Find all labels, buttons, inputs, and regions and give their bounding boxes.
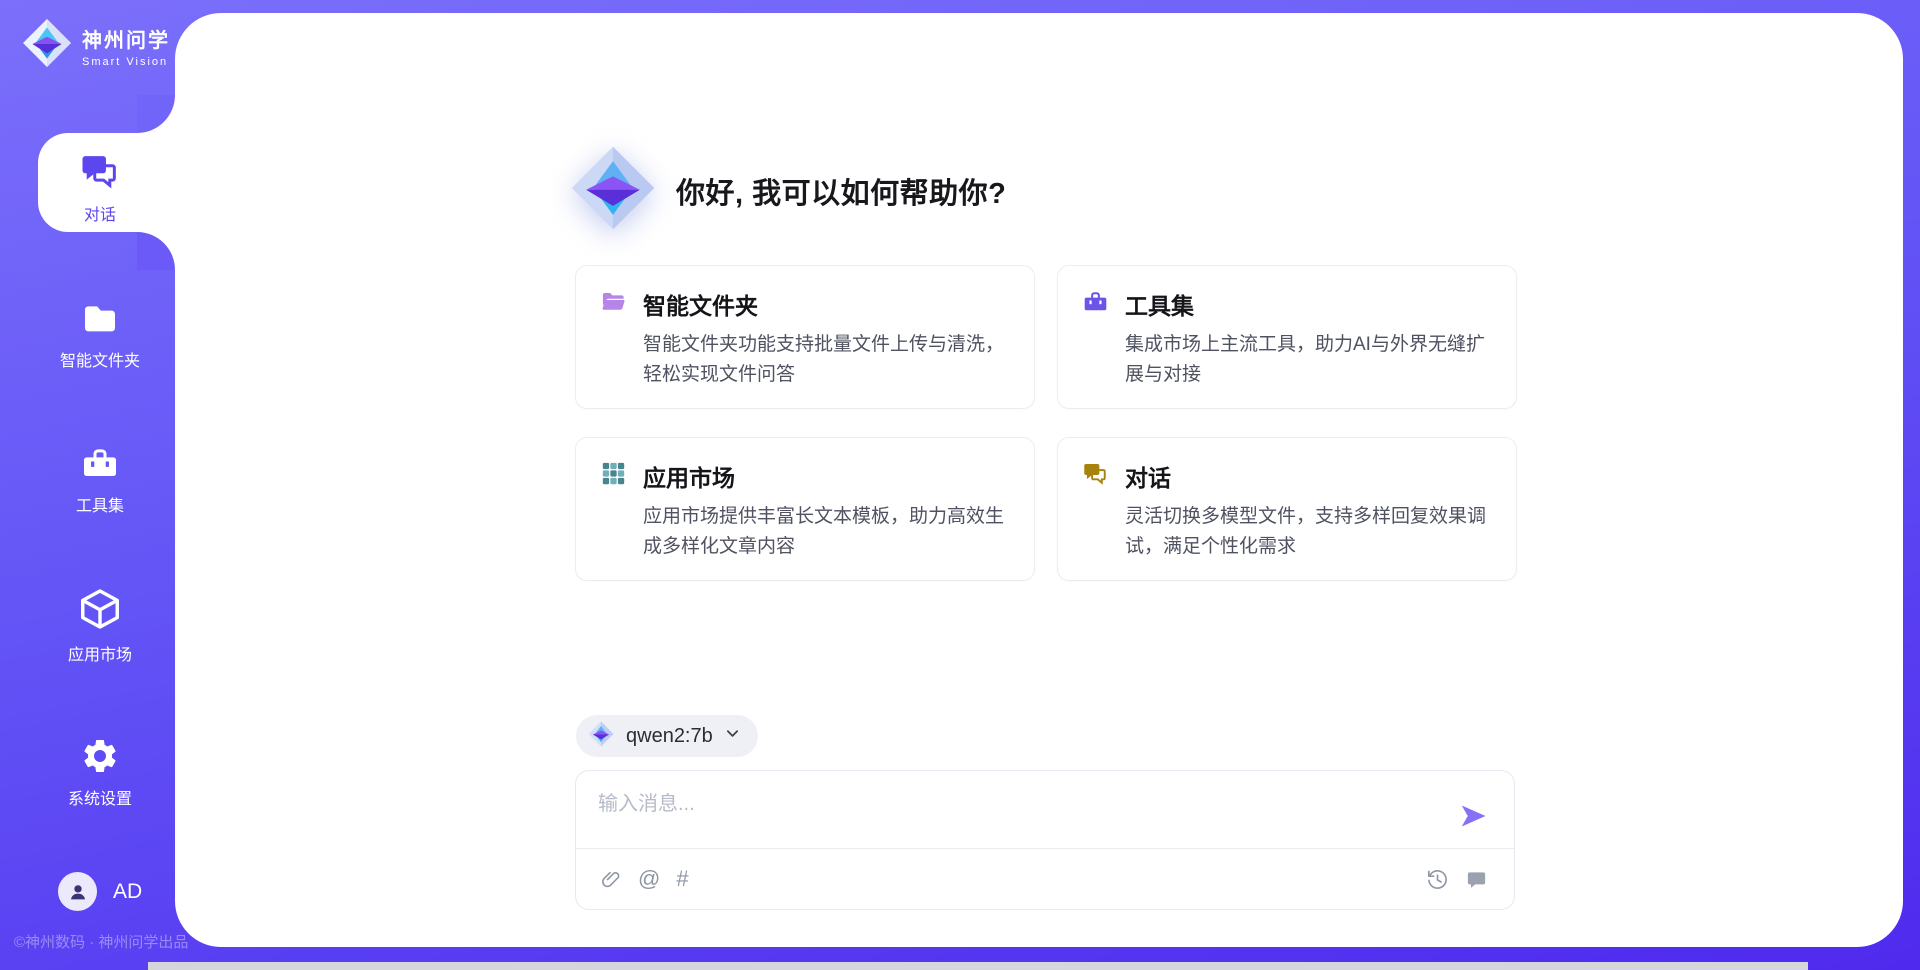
card-title: 智能文件夹	[643, 287, 758, 321]
card-description: 智能文件夹功能支持批量文件上传与清洗，轻松实现文件问答	[643, 330, 1010, 390]
toolbox-icon	[1082, 288, 1109, 320]
active-tab-fillet-bottom	[137, 232, 175, 270]
user-initials: AD	[113, 880, 142, 904]
mention-icon[interactable]: @	[638, 868, 660, 890]
feature-cards: 智能文件夹 智能文件夹功能支持批量文件上传与清洗，轻松实现文件问答 工具集 集成…	[575, 265, 1517, 581]
brand-diamond-icon	[22, 18, 72, 73]
chevron-down-icon	[725, 726, 740, 746]
sidebar-item-label: 应用市场	[30, 641, 170, 665]
attach-file-icon[interactable]	[600, 868, 622, 890]
card-chat[interactable]: 对话 灵活切换多模型文件，支持多样回复效果调试，满足个性化需求	[1057, 437, 1517, 581]
brand-name-cn: 神州问学	[82, 24, 170, 53]
chat-bubbles-icon	[1082, 460, 1109, 492]
person-icon	[67, 881, 89, 903]
sidebar-item-settings[interactable]: 系统设置	[30, 736, 170, 809]
composer-toolbar: @ #	[600, 849, 1488, 909]
gear-icon	[30, 736, 170, 776]
sidebar-item-label: 对话	[30, 201, 170, 225]
sidebar-item-label: 智能文件夹	[30, 347, 170, 371]
card-description: 灵活切换多模型文件，支持多样回复效果调试，满足个性化需求	[1125, 502, 1492, 562]
hashtag-icon[interactable]: #	[676, 868, 688, 890]
sidebar-item-label: 系统设置	[30, 785, 170, 809]
sidebar-item-smart-folder[interactable]: 智能文件夹	[30, 298, 170, 371]
card-description: 应用市场提供丰富长文本模板，助力高效生成多样化文章内容	[643, 502, 1010, 562]
assistant-diamond-icon	[570, 145, 656, 236]
card-toolset[interactable]: 工具集 集成市场上主流工具，助力AI与外界无缝扩展与对接	[1057, 265, 1517, 409]
sidebar-item-app-market[interactable]: 应用市场	[30, 586, 170, 665]
brand-name-en: Smart Vision	[82, 56, 170, 68]
card-title: 工具集	[1125, 287, 1194, 321]
active-tab-fillet-top	[137, 95, 175, 133]
history-icon[interactable]	[1426, 868, 1449, 891]
model-selector[interactable]: qwen2:7b	[576, 715, 758, 757]
grid-icon	[600, 460, 627, 492]
brand-logo: 神州问学 Smart Vision	[22, 18, 170, 73]
folder-open-icon	[600, 288, 627, 320]
card-description: 集成市场上主流工具，助力AI与外界无缝扩展与对接	[1125, 330, 1492, 390]
send-button[interactable]	[1458, 801, 1488, 831]
user-chip[interactable]: AD	[58, 872, 142, 911]
model-diamond-icon	[588, 721, 614, 752]
sidebar-item-chat[interactable]: 对话	[30, 150, 170, 225]
app-root: 神州问学 Smart Vision 对话 智能文件夹	[0, 0, 1920, 970]
send-icon	[1458, 801, 1488, 831]
card-title: 应用市场	[643, 459, 735, 493]
copyright-text: ©神州数码 · 神州问学出品	[14, 931, 188, 952]
card-app-market[interactable]: 应用市场 应用市场提供丰富长文本模板，助力高效生成多样化文章内容	[575, 437, 1035, 581]
message-input[interactable]	[598, 787, 1438, 842]
chat-bubbles-icon	[30, 150, 170, 192]
greeting-text: 你好, 我可以如何帮助你?	[676, 170, 1006, 212]
greeting: 你好, 我可以如何帮助你?	[570, 145, 1006, 236]
folder-icon	[30, 298, 170, 338]
horizontal-scrollbar[interactable]	[148, 962, 1808, 970]
sidebar-item-toolset[interactable]: 工具集	[30, 443, 170, 516]
package-cube-icon	[30, 586, 170, 632]
avatar	[58, 872, 97, 911]
card-smart-folder[interactable]: 智能文件夹 智能文件夹功能支持批量文件上传与清洗，轻松实现文件问答	[575, 265, 1035, 409]
message-bubble-icon[interactable]	[1465, 868, 1488, 891]
card-title: 对话	[1125, 459, 1171, 493]
model-name: qwen2:7b	[626, 725, 713, 748]
toolbox-icon	[30, 443, 170, 483]
message-composer: @ #	[575, 770, 1515, 910]
sidebar-item-label: 工具集	[30, 492, 170, 516]
